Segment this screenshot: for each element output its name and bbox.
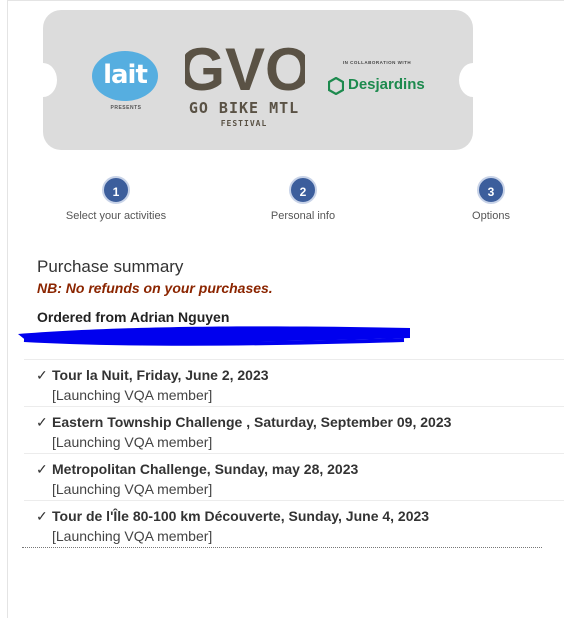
event-name: Tour de l'Île 80-100 km Découverte, Sund… — [52, 508, 430, 524]
step-number: 1 — [102, 176, 130, 204]
step-personal-info[interactable]: 2 Personal info — [233, 176, 373, 222]
member-type: [Launching VQA member] — [52, 528, 213, 544]
desjardins-logo-text: Desjardins — [348, 76, 425, 93]
event-name: Eastern Township Challenge , Saturday, S… — [52, 414, 452, 430]
check-icon: ✓ — [36, 461, 48, 477]
event-title: ✓ Eastern Township Challenge , Saturday, … — [36, 414, 564, 431]
purchase-summary-title: Purchase summary — [37, 257, 184, 276]
gvo-line2: FESTIVAL — [220, 119, 268, 128]
collab-label: IN COLLABORATION WITH — [342, 60, 412, 65]
member-type: [Launching VQA member] — [52, 434, 213, 450]
event-name: Tour la Nuit, Friday, June 2, 2023 — [52, 367, 269, 383]
step-options[interactable]: 3 Options — [421, 176, 561, 222]
list-divider — [22, 547, 542, 548]
list-item: ✓ Metropolitan Challenge, Sunday, may 28,… — [24, 453, 564, 500]
presents-label: PRESENTS — [110, 105, 142, 111]
list-item: ✓ Tour la Nuit, Friday, June 2, 2023 [Lau… — [24, 359, 564, 406]
event-title: ✓ Tour la Nuit, Friday, June 2, 2023 — [36, 367, 564, 384]
step-label: Personal info — [270, 210, 336, 222]
redaction-scribble — [18, 326, 410, 346]
gvo-logo: GVO — [185, 36, 305, 98]
purchase-list: ✓ Tour la Nuit, Friday, June 2, 2023 [Lau… — [22, 359, 564, 548]
event-name: Metropolitan Challenge, Sunday, may 28, … — [52, 461, 359, 477]
check-icon: ✓ — [36, 367, 48, 383]
step-select-activities[interactable]: 1 Select your activities — [46, 176, 186, 222]
desjardins-hexagon-icon — [328, 77, 344, 95]
event-title: ✓ Tour de l'Île 80-100 km Découverte, Sun… — [36, 508, 564, 525]
step-label: Options — [472, 210, 510, 222]
member-type: [Launching VQA member] — [52, 387, 213, 403]
svg-text:GVO: GVO — [185, 36, 305, 98]
lait-logo: lait — [92, 51, 158, 101]
gvo-subtitle: GO BIKE MTL FESTIVAL — [185, 99, 303, 128]
check-icon: ✓ — [36, 508, 48, 524]
gvo-line1: GO BIKE MTL — [188, 99, 300, 117]
ticket-notch-right — [459, 63, 487, 97]
check-icon: ✓ — [36, 414, 48, 430]
list-item: ✓ Eastern Township Challenge , Saturday, … — [24, 406, 564, 453]
list-item: ✓ Tour de l'Île 80-100 km Découverte, Sun… — [24, 500, 564, 547]
ticket-notch-left — [29, 63, 57, 97]
member-type: [Launching VQA member] — [52, 481, 213, 497]
event-title: ✓ Metropolitan Challenge, Sunday, may 28,… — [36, 461, 564, 478]
step-number: 2 — [289, 176, 317, 204]
no-refund-notice: NB: No refunds on your purchases. — [37, 280, 273, 296]
step-number: 3 — [477, 176, 505, 204]
festival-banner: lait PRESENTS GVO GO BIKE MTL FESTIVAL I… — [29, 10, 487, 150]
step-label: Select your activities — [65, 210, 167, 222]
